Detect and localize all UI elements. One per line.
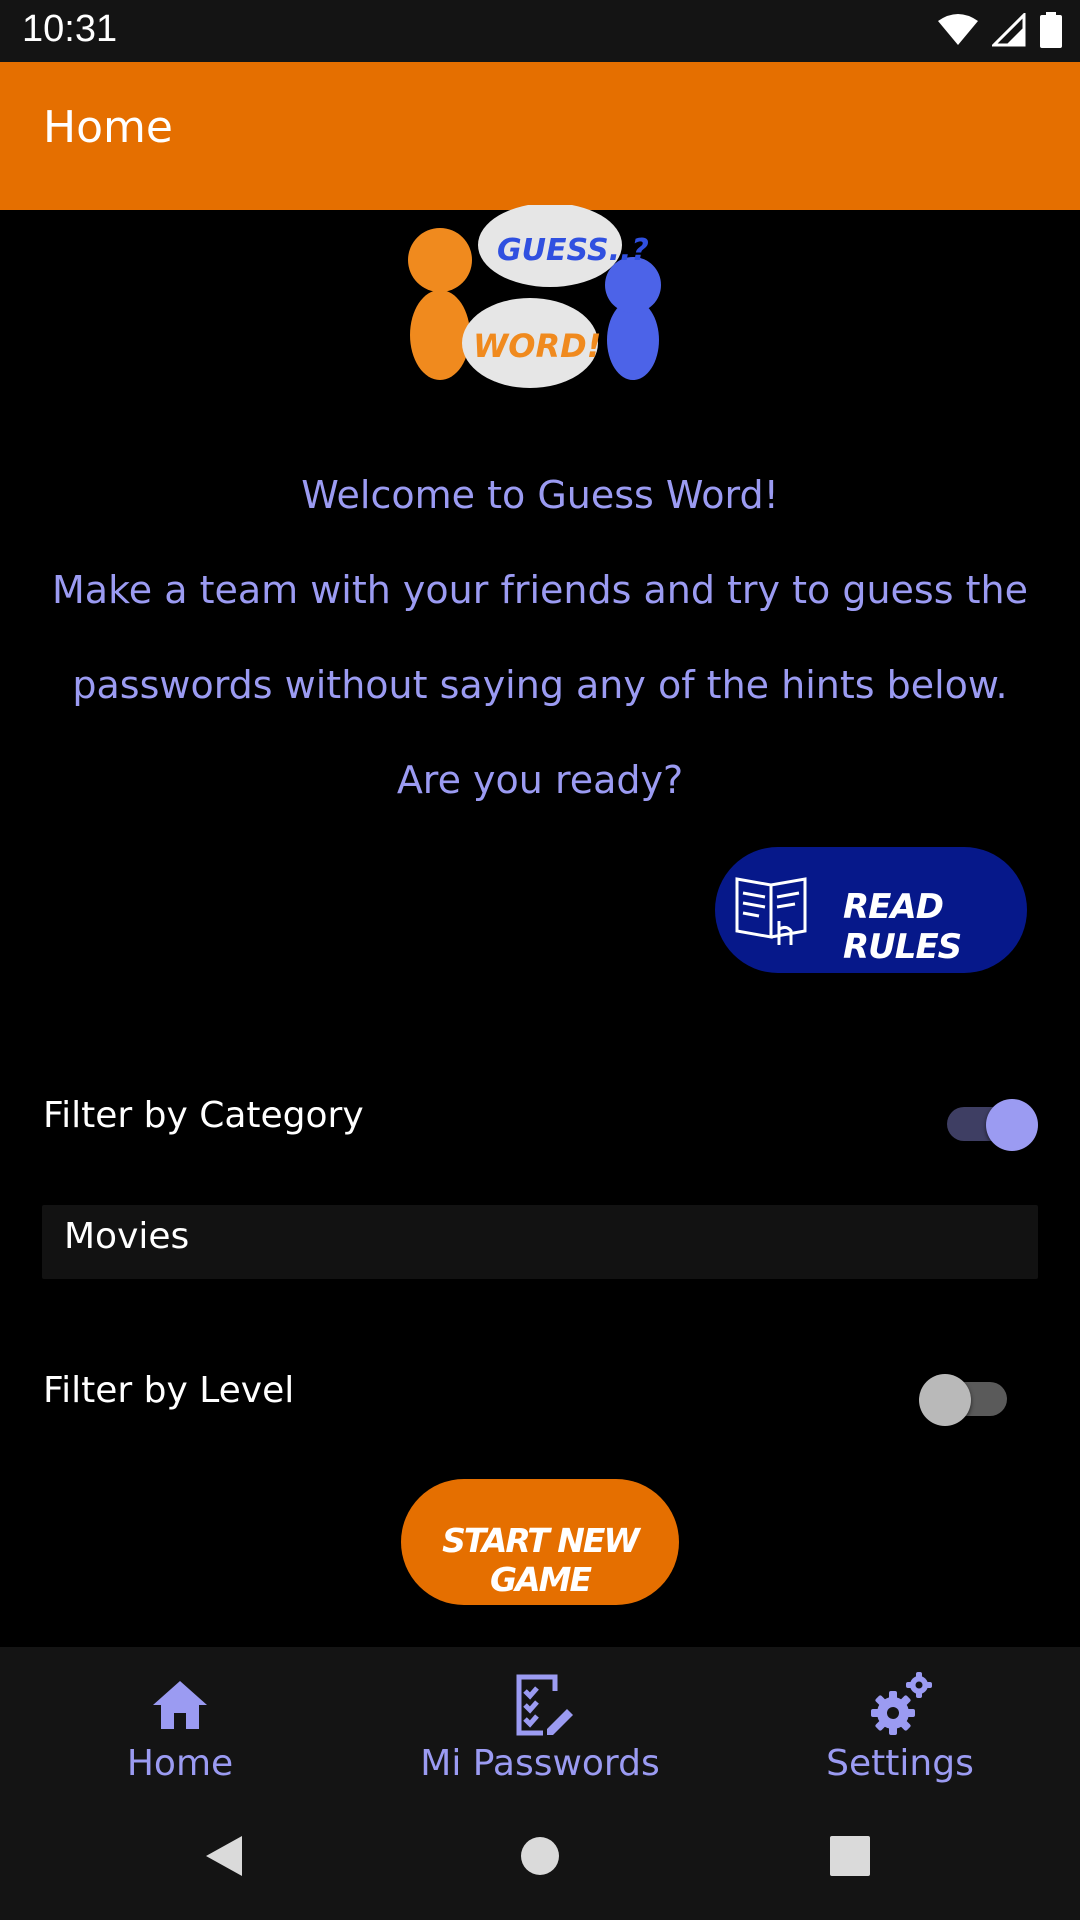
battery-icon	[1040, 12, 1062, 48]
gears-icon	[871, 1672, 932, 1735]
filter-level-toggle[interactable]	[919, 1360, 1023, 1430]
home-icon	[153, 1681, 207, 1729]
status-time: 10:31	[22, 8, 118, 50]
nav-label-settings: Settings	[826, 1743, 974, 1784]
checklist-edit-icon	[516, 1674, 573, 1736]
logo-text-guess: GUESS..?	[497, 233, 649, 268]
system-navigation-bar	[0, 1800, 1080, 1920]
nav-item-mi-passwords[interactable]: Mi Passwords	[390, 1647, 690, 1800]
home-circle-icon[interactable]	[520, 1836, 560, 1876]
status-bar: 10:31	[0, 0, 1080, 62]
app-bar: Home	[0, 62, 1080, 210]
welcome-line-3: passwords without saying any of the hint…	[72, 663, 1008, 707]
status-icons	[938, 12, 1062, 48]
nav-label-mi-passwords: Mi Passwords	[420, 1743, 660, 1784]
nav-item-settings[interactable]: Settings	[780, 1647, 1020, 1800]
read-rules-button[interactable]: READ RULES	[715, 847, 1027, 973]
welcome-line-1: Welcome to Guess Word!	[301, 473, 779, 517]
welcome-line-4: Are you ready?	[396, 758, 684, 802]
category-selected-value: Movies	[64, 1216, 190, 1257]
welcome-line-2: Make a team with your friends and try to…	[52, 568, 1028, 612]
filter-category-toggle[interactable]	[943, 1085, 1043, 1155]
rulebook-icon	[735, 877, 807, 945]
welcome-message: Welcome to Guess Word! Make a team with …	[0, 448, 1080, 828]
wifi-icon	[938, 14, 978, 45]
filter-category-label: Filter by Category	[43, 1095, 364, 1136]
filter-level-row: Filter by Level	[43, 1360, 1037, 1430]
start-new-game-button[interactable]: START NEW GAME	[401, 1479, 679, 1605]
toggle-thumb	[919, 1374, 971, 1426]
back-icon[interactable]	[204, 1834, 244, 1878]
cellular-signal-icon	[992, 13, 1026, 47]
filter-level-label: Filter by Level	[43, 1370, 295, 1411]
category-dropdown[interactable]: Movies	[42, 1205, 1038, 1279]
read-rules-label: READ RULES	[843, 887, 962, 967]
toggle-thumb	[986, 1099, 1038, 1151]
recents-icon[interactable]	[830, 1836, 870, 1876]
app-logo: GUESS..? WORD!	[395, 203, 685, 395]
page-title: Home	[43, 102, 173, 153]
logo-text-word: WORD!	[473, 327, 601, 365]
bottom-navigation: Home Mi Passwords Settings	[0, 1647, 1080, 1800]
start-new-game-label: START NEW GAME	[442, 1521, 640, 1599]
filter-category-row: Filter by Category	[43, 1085, 1038, 1155]
nav-label-home: Home	[126, 1743, 234, 1784]
nav-item-home[interactable]: Home	[60, 1647, 300, 1800]
